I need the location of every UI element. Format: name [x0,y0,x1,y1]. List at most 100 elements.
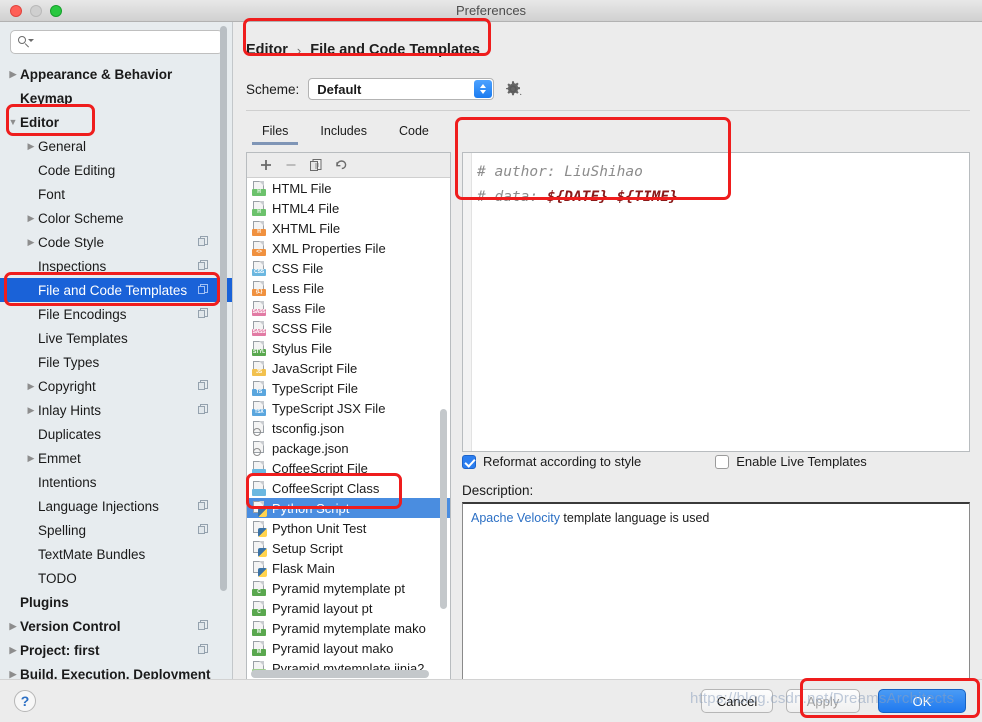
chevron-right-icon[interactable]: ▶ [6,645,20,655]
sidebar-item-live-templates[interactable]: Live Templates [0,326,232,350]
chevron-right-icon[interactable]: ▶ [24,405,38,415]
list-item[interactable]: TS TypeScript File [247,378,450,398]
list-item[interactable]: package.json [247,438,450,458]
sidebar-item-build-execution-deployment[interactable]: ▶ Build, Execution, Deployment [0,662,232,680]
cancel-button[interactable]: Cancel [701,689,773,713]
apply-button[interactable]: Apply [786,689,860,713]
css-file-icon: CSS [252,260,266,276]
sidebar-item-appearance-behavior[interactable]: ▶ Appearance & Behavior [0,62,232,86]
sidebar-item-color-scheme[interactable]: ▶ Color Scheme [0,206,232,230]
chevron-right-icon[interactable]: ▶ [24,141,38,151]
sidebar-item-project-first[interactable]: ▶ Project: first [0,638,232,662]
list-item[interactable]: H HTML File [247,178,450,198]
sidebar-item-file-and-code-templates[interactable]: File and Code Templates [0,278,232,302]
remove-template-button[interactable] [280,155,302,175]
sidebar-item-spelling[interactable]: Spelling [0,518,232,542]
template-tabs: Files Includes Code [246,121,445,145]
list-item[interactable]: JS JavaScript File [247,358,450,378]
template-list[interactable]: H HTML File H HTML4 File H XHTML File <> XML Pr… [247,178,450,681]
template-list-hscrollbar-thumb[interactable] [251,670,429,678]
sidebar-item-file-encodings[interactable]: File Encodings [0,302,232,326]
tab-files[interactable]: Files [246,121,304,145]
add-template-button[interactable] [255,155,277,175]
sidebar-item-inspections[interactable]: Inspections [0,254,232,278]
chevron-right-icon[interactable]: ▶ [24,213,38,223]
chevron-right-icon[interactable]: ▶ [6,669,20,679]
list-item[interactable]: CoffeeScript Class [247,478,450,498]
reformat-checkbox[interactable] [462,454,476,469]
gear-icon[interactable] [503,79,523,99]
chevron-right-icon[interactable]: ▶ [6,69,20,79]
chevron-down-icon[interactable]: ▼ [6,117,20,127]
list-item[interactable]: SASS SCSS File [247,318,450,338]
list-item[interactable]: H HTML4 File [247,198,450,218]
sidebar-scrollbar-thumb[interactable] [220,26,227,591]
tab-code[interactable]: Code [383,121,445,145]
list-item[interactable]: {L} Less File [247,278,450,298]
list-item[interactable]: CSS CSS File [247,258,450,278]
chevron-right-icon[interactable]: ▶ [24,237,38,247]
live-templates-checkbox[interactable] [715,454,730,469]
list-item-label: Less File [272,280,325,296]
window-titlebar: Preferences [0,0,982,22]
description-label: Description: [462,483,534,498]
live-templates-label: Enable Live Templates [736,454,867,469]
template-list-hscrollbar[interactable] [251,670,429,678]
editor-code[interactable]: # author: LiuShihao # data: ${DATE} ${TI… [477,160,965,210]
template-editor[interactable]: # author: LiuShihao # data: ${DATE} ${TI… [462,152,970,452]
scheme-select[interactable]: Default [308,78,495,100]
list-item[interactable]: C Pyramid layout pt [247,598,450,618]
sidebar-item-editor[interactable]: ▼ Editor [0,110,232,134]
sidebar-item-language-injections[interactable]: Language Injections [0,494,232,518]
copy-template-button[interactable] [305,155,327,175]
template-list-vscrollbar[interactable] [440,183,447,648]
list-item[interactable]: TSX TypeScript JSX File [247,398,450,418]
undo-template-button[interactable] [330,155,352,175]
template-list-vscrollbar-thumb[interactable] [440,409,447,609]
list-item[interactable]: STYL Stylus File [247,338,450,358]
scheme-stepper-icon[interactable] [474,80,493,98]
list-item[interactable]: CoffeeScript File [247,458,450,478]
list-item[interactable]: C Pyramid mytemplate pt [247,578,450,598]
sidebar-item-todo[interactable]: TODO [0,566,232,590]
breadcrumb-parent[interactable]: Editor [246,42,288,58]
list-item[interactable]: SASS Sass File [247,298,450,318]
sidebar-scrollbar[interactable] [220,26,227,618]
search-input[interactable] [36,34,216,50]
list-item[interactable]: M Pyramid layout mako [247,638,450,658]
sidebar-item-code-editing[interactable]: Code Editing [0,158,232,182]
sidebar-item-duplicates[interactable]: Duplicates [0,422,232,446]
help-button[interactable]: ? [14,690,36,712]
ok-button[interactable]: OK [878,689,966,713]
sidebar-item-file-types[interactable]: File Types [0,350,232,374]
list-item[interactable]: M Pyramid mytemplate mako [247,618,450,638]
chevron-right-icon[interactable]: ▶ [6,621,20,631]
sidebar-item-code-style[interactable]: ▶ Code Style [0,230,232,254]
list-item[interactable]: Python Script [247,498,450,518]
apache-velocity-link[interactable]: Apache Velocity [471,511,560,525]
sidebar-item-plugins[interactable]: Plugins [0,590,232,614]
list-item[interactable]: Flask Main [247,558,450,578]
sidebar-item-copyright[interactable]: ▶ Copyright [0,374,232,398]
sidebar-item-font[interactable]: Font [0,182,232,206]
list-item[interactable]: Setup Script [247,538,450,558]
tab-includes[interactable]: Includes [304,121,383,145]
list-item[interactable]: Python Unit Test [247,518,450,538]
code-line-0-comment: # author: LiuShihao [477,164,643,180]
sidebar-item-inlay-hints[interactable]: ▶ Inlay Hints [0,398,232,422]
sidebar-item-emmet[interactable]: ▶ Emmet [0,446,232,470]
sidebar-item-version-control[interactable]: ▶ Version Control [0,614,232,638]
search-box[interactable] [10,30,223,54]
list-item[interactable]: <> XML Properties File [247,238,450,258]
sidebar-item-intentions[interactable]: Intentions [0,470,232,494]
list-item[interactable]: H XHTML File [247,218,450,238]
sidebar-item-label: Color Scheme [38,210,124,226]
sidebar-item-general[interactable]: ▶ General [0,134,232,158]
chevron-right-icon[interactable]: ▶ [24,453,38,463]
list-item[interactable]: tsconfig.json [247,418,450,438]
sidebar-item-textmate-bundles[interactable]: TextMate Bundles [0,542,232,566]
chevron-right-icon[interactable]: ▶ [24,381,38,391]
sidebar-item-keymap[interactable]: Keymap [0,86,232,110]
